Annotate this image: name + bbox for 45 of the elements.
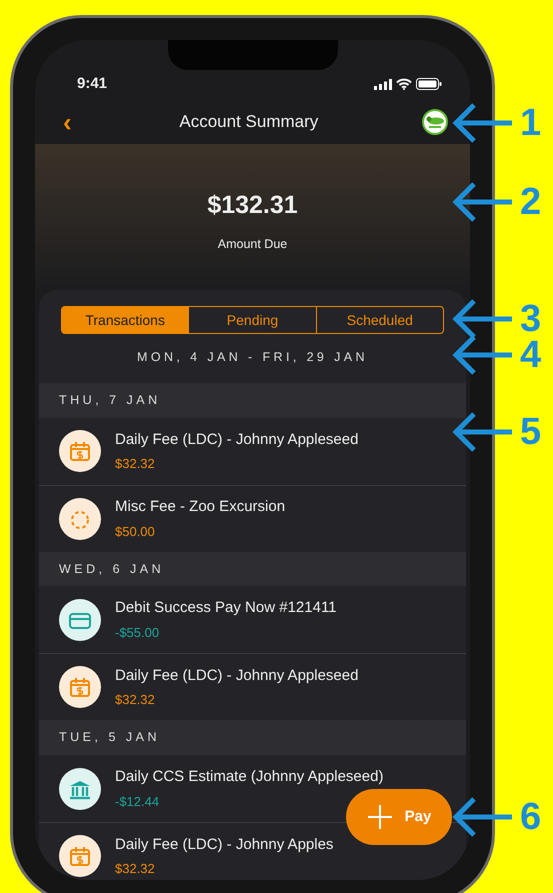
battery-icon <box>416 78 442 90</box>
callout-number: 5 <box>520 413 542 451</box>
callout-number: 4 <box>520 336 542 374</box>
transaction-title: Daily Fee (LDC) - Johnny Appleseed <box>115 666 358 686</box>
dashed-circle-badge-icon <box>59 498 101 540</box>
amount-due-value: $132.31 <box>206 190 299 221</box>
bank-badge-icon <box>59 768 101 810</box>
signal-icon <box>374 78 392 90</box>
transaction-amount: -$12.44 <box>115 792 160 810</box>
arrow-icon <box>452 795 514 839</box>
transaction-amount: -$55.00 <box>115 624 160 642</box>
transaction-amount: $50.00 <box>115 522 156 540</box>
amount-due-label: Amount Due <box>216 236 288 252</box>
card-badge-icon <box>59 598 101 641</box>
tab[interactable]: Transactions <box>62 307 188 333</box>
screen-title: Account Summary <box>179 111 318 134</box>
transaction-amount: $32.32 <box>115 860 156 878</box>
callout-number: 3 <box>520 300 542 338</box>
calendar-dollar-badge-icon <box>59 430 101 472</box>
logo-icon[interactable] <box>422 109 448 135</box>
callout-number: 6 <box>520 798 542 836</box>
wifi-icon <box>396 78 412 90</box>
plus-icon <box>366 804 393 830</box>
tab[interactable]: Pending <box>188 307 316 333</box>
tab[interactable]: Scheduled <box>316 307 443 333</box>
day-header: TUE, 5 JAN <box>39 720 466 755</box>
callout-number: 2 <box>520 183 542 221</box>
day-header: THU, 7 JAN <box>39 382 466 418</box>
transaction-title: Debit Success Pay Now #121411 <box>115 598 337 618</box>
transaction-title: Misc Fee - Zoo Excursion <box>115 497 286 517</box>
transaction-title: Daily Fee (LDC) - Johnny Apples <box>115 834 334 854</box>
day-header: WED, 6 JAN <box>39 552 466 586</box>
calendar-dollar-badge-icon <box>59 666 101 708</box>
arrow-icon <box>452 101 514 145</box>
arrow-icon <box>452 410 514 454</box>
transaction-amount: $32.32 <box>115 455 156 473</box>
callout-number: 1 <box>520 104 542 142</box>
calendar-dollar-badge-icon <box>59 835 101 877</box>
transaction-title: Daily Fee (LDC) - Johnny Appleseed <box>115 430 358 450</box>
back-button[interactable]: ‹ <box>59 109 76 135</box>
transaction-amount: $32.32 <box>115 691 156 710</box>
status-time: 9:41 <box>77 74 108 94</box>
transaction-title: Daily CCS Estimate (Johnny Appleseed) <box>115 767 384 787</box>
arrow-icon <box>452 180 514 224</box>
date-range: MON, 4 JAN - FRI, 29 JAN <box>136 349 369 366</box>
